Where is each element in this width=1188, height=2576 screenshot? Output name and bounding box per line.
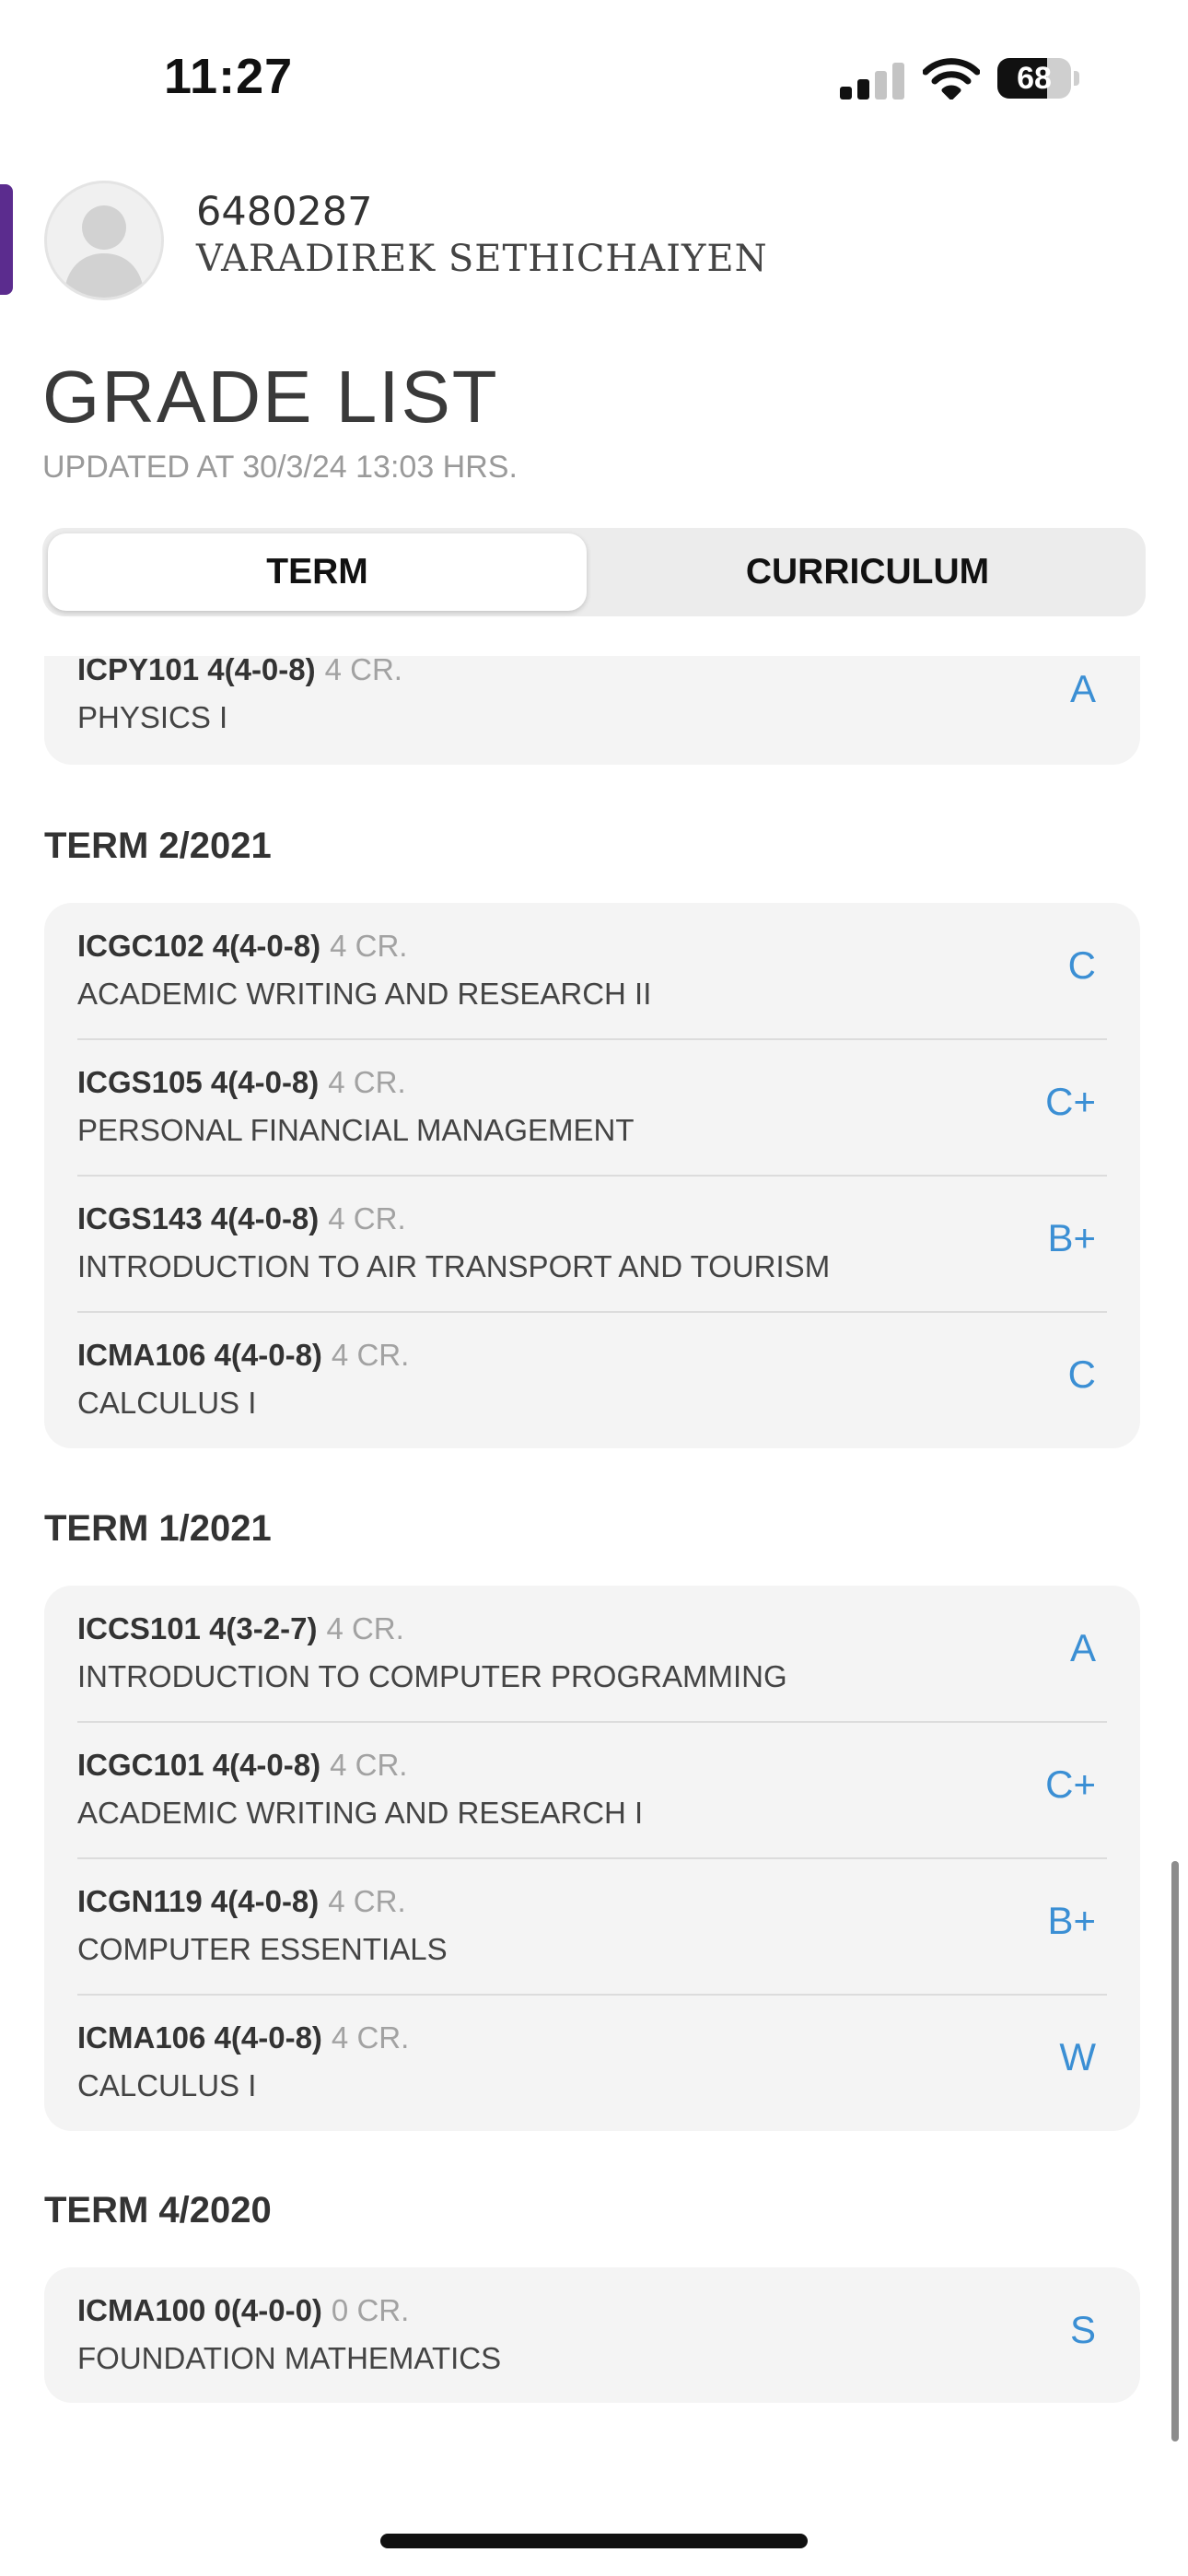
course-code: ICPY101 4(4-0-8) 4 CR.	[77, 656, 402, 687]
course-code: ICGS105 4(4-0-8) 4 CR.	[77, 1065, 406, 1099]
course-credits: 4 CR.	[328, 1065, 406, 1099]
course-grade: W	[1059, 2035, 1096, 2078]
course-row[interactable]: ICMA106 4(4-0-8) 4 CR. CALCULUS I W	[44, 1995, 1140, 2130]
course-row[interactable]: ICGN119 4(4-0-8) 4 CR. COMPUTER ESSENTIAL…	[44, 1858, 1140, 1994]
wifi-icon	[922, 57, 981, 100]
course-title: COMPUTER ESSENTIALS	[77, 1932, 448, 1966]
course-code: ICMA106 4(4-0-8) 4 CR.	[77, 2020, 410, 2055]
course-row[interactable]: ICGS105 4(4-0-8) 4 CR. PERSONAL FINANCIAL…	[44, 1039, 1140, 1175]
course-row[interactable]: ICCS101 4(3-2-7) 4 CR. INTRODUCTION TO CO…	[44, 1586, 1140, 1721]
course-card: ICMA100 0(4-0-0) 0 CR. FOUNDATION MATHEMA…	[44, 2267, 1140, 2403]
course-credits: 4 CR.	[326, 1611, 404, 1645]
course-row[interactable]: ICGS143 4(4-0-8) 4 CR. INTRODUCTION TO AI…	[44, 1176, 1140, 1311]
course-title: FOUNDATION MATHEMATICS	[77, 2341, 502, 2375]
course-card: ICGC102 4(4-0-8) 4 CR. ACADEMIC WRITING A…	[44, 903, 1140, 1448]
course-title: PERSONAL FINANCIAL MANAGEMENT	[77, 1113, 635, 1147]
course-code: ICGN119 4(4-0-8) 4 CR.	[77, 1884, 406, 1918]
status-bar: 11:27 68	[0, 0, 1188, 157]
course-credits: 4 CR.	[328, 1201, 406, 1235]
course-title: CALCULUS I	[77, 2068, 257, 2102]
term-header: TERM 1/2021	[44, 1508, 272, 1549]
course-title: INTRODUCTION TO COMPUTER PROGRAMMING	[77, 1659, 787, 1693]
course-credits: 4 CR.	[324, 656, 402, 686]
course-grade: C	[1067, 1352, 1096, 1396]
tab-curriculum[interactable]: CURRICULUM	[595, 533, 1140, 611]
term-header: TERM 4/2020	[44, 2190, 272, 2231]
course-row[interactable]: ICGC101 4(4-0-8) 4 CR. ACADEMIC WRITING A…	[44, 1722, 1140, 1857]
course-title: INTRODUCTION TO AIR TRANSPORT AND TOURIS…	[77, 1249, 831, 1283]
course-credits: 4 CR.	[330, 1748, 408, 1782]
tab-term[interactable]: TERM	[48, 533, 587, 611]
battery-level: 68	[1017, 61, 1052, 96]
course-title: ACADEMIC WRITING AND RESEARCH II	[77, 977, 652, 1011]
course-credits: 4 CR.	[331, 2020, 410, 2055]
person-silhouette-icon	[64, 205, 145, 298]
course-row[interactable]: ICGC102 4(4-0-8) 4 CR. ACADEMIC WRITING A…	[44, 903, 1140, 1038]
course-code: ICGC102 4(4-0-8) 4 CR.	[77, 929, 408, 963]
updated-timestamp: UPDATED AT 30/3/24 13:03 HRS.	[42, 450, 518, 485]
course-card: ICPY101 4(4-0-8) 4 CR. PHYSICS I A	[44, 656, 1140, 765]
grade-list[interactable]: ICPY101 4(4-0-8) 4 CR. PHYSICS I A TERM 2…	[0, 656, 1188, 2489]
course-title: CALCULUS I	[77, 1386, 257, 1420]
course-credits: 4 CR.	[331, 1338, 410, 1372]
page-title: GRADE LIST	[42, 356, 499, 438]
course-credits: 0 CR.	[331, 2293, 410, 2327]
term-header: TERM 2/2021	[44, 825, 272, 866]
scrollbar[interactable]	[1171, 1861, 1179, 2441]
battery-icon: 68	[997, 58, 1080, 99]
course-grade: B+	[1047, 1216, 1096, 1259]
course-code: ICMA106 4(4-0-8) 4 CR.	[77, 1338, 410, 1372]
course-credits: 4 CR.	[328, 1884, 406, 1918]
home-indicator[interactable]	[380, 2534, 808, 2548]
course-grade: B+	[1047, 1899, 1096, 1942]
course-row[interactable]: ICPY101 4(4-0-8) 4 CR. PHYSICS I A	[44, 656, 1140, 762]
student-name: VARADIREK SETHICHAIYEN	[196, 238, 768, 280]
student-id: 6480287	[196, 189, 373, 235]
course-card: ICCS101 4(3-2-7) 4 CR. INTRODUCTION TO CO…	[44, 1586, 1140, 2131]
course-code: ICGC101 4(4-0-8) 4 CR.	[77, 1748, 408, 1782]
course-row[interactable]: ICMA106 4(4-0-8) 4 CR. CALCULUS I C	[44, 1312, 1140, 1447]
status-time: 11:27	[164, 49, 294, 104]
course-code: ICMA100 0(4-0-0) 0 CR.	[77, 2293, 410, 2327]
cellular-signal-icon	[840, 61, 904, 100]
course-grade: C+	[1045, 1762, 1096, 1806]
course-code: ICCS101 4(3-2-7) 4 CR.	[77, 1611, 404, 1645]
course-grade: C	[1067, 943, 1096, 987]
course-row[interactable]: ICMA100 0(4-0-0) 0 CR. FOUNDATION MATHEMA…	[44, 2267, 1140, 2403]
course-title: ACADEMIC WRITING AND RESEARCH I	[77, 1796, 644, 1830]
course-grade: A	[1069, 1626, 1096, 1669]
course-credits: 4 CR.	[330, 929, 408, 963]
avatar[interactable]	[44, 181, 164, 300]
course-title: PHYSICS I	[77, 700, 228, 734]
view-segmented-control: TERM CURRICULUM	[42, 528, 1146, 616]
course-grade: C+	[1045, 1080, 1096, 1123]
course-code: ICGS143 4(4-0-8) 4 CR.	[77, 1201, 406, 1235]
side-drawer-handle[interactable]	[0, 184, 13, 295]
course-grade: A	[1069, 667, 1096, 710]
course-grade: S	[1069, 2308, 1096, 2351]
